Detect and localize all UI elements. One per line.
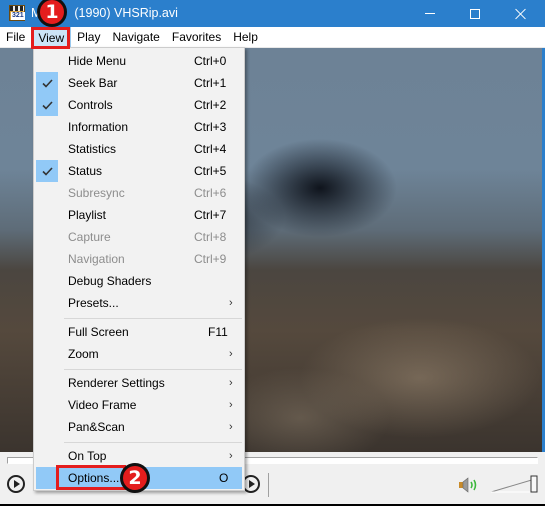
minimize-button[interactable]: [407, 0, 453, 27]
submenu-arrow-icon: ›: [229, 450, 233, 462]
maximize-icon: [470, 8, 480, 19]
menu-item-shortcut: Ctrl+2: [194, 98, 227, 112]
close-icon: [515, 8, 527, 20]
menu-item-shortcut: Ctrl+8: [194, 230, 227, 244]
menu-item-label: Subresync: [68, 186, 125, 200]
menu-item-pan-scan[interactable]: Pan&Scan ›: [36, 416, 242, 438]
menu-item-shortcut: F11: [208, 325, 228, 339]
menu-item-label: Presets...: [68, 296, 119, 310]
submenu-arrow-icon: ›: [229, 399, 233, 411]
menu-item-label: Seek Bar: [68, 76, 118, 90]
menu-item-shortcut: Ctrl+6: [194, 186, 227, 200]
menu-item-hide-menu[interactable]: Hide Menu Ctrl+0: [36, 50, 242, 72]
menu-bar: File View Play Navigate Favorites Help: [0, 27, 545, 48]
menu-item-statistics[interactable]: Statistics Ctrl+4: [36, 138, 242, 160]
minimize-icon: [425, 13, 435, 14]
menu-item-label: Playlist: [68, 208, 107, 222]
menu-help[interactable]: Help: [227, 27, 264, 48]
menu-item-zoom[interactable]: Zoom ›: [36, 343, 242, 365]
menu-item-debug-shaders[interactable]: Debug Shaders: [36, 270, 242, 292]
app-icon-text: 321: [11, 12, 25, 20]
menu-item-label: Renderer Settings: [68, 376, 165, 390]
menu-item-full-screen[interactable]: Full Screen F11: [36, 321, 242, 343]
menu-item-shortcut: Ctrl+4: [194, 142, 227, 156]
menu-item-shortcut: Ctrl+1: [194, 76, 227, 90]
submenu-arrow-icon: ›: [229, 421, 233, 433]
menu-item-label: Controls: [68, 98, 113, 112]
menu-item-shortcut: O: [219, 471, 229, 485]
next-icon: [249, 480, 255, 488]
menu-separator: [64, 369, 242, 370]
menu-item-renderer-settings[interactable]: Renderer Settings ›: [36, 372, 242, 394]
menu-item-capture: Capture Ctrl+8: [36, 226, 242, 248]
close-button[interactable]: [498, 0, 544, 27]
volume-slider[interactable]: [491, 475, 539, 493]
menu-file[interactable]: File: [0, 27, 31, 48]
menu-item-label: Hide Menu: [68, 54, 127, 68]
view-menu-dropdown: Hide Menu Ctrl+0 Seek Bar Ctrl+1 Control…: [33, 47, 245, 491]
play-button[interactable]: [7, 475, 25, 493]
checkmark-icon: [36, 160, 58, 182]
speaker-icon[interactable]: [458, 477, 480, 493]
menu-item-label: Debug Shaders: [68, 274, 152, 288]
menu-item-label: Capture: [68, 230, 111, 244]
menu-favorites[interactable]: Favorites: [166, 27, 227, 48]
menu-item-label: Video Frame: [68, 398, 137, 412]
menu-item-shortcut: Ctrl+5: [194, 164, 227, 178]
menu-item-status[interactable]: Status Ctrl+5: [36, 160, 242, 182]
menu-item-navigation: Navigation Ctrl+9: [36, 248, 242, 270]
menu-item-presets[interactable]: Presets... ›: [36, 292, 242, 314]
annotation-step-2: 2: [120, 463, 150, 493]
menu-item-information[interactable]: Information Ctrl+3: [36, 116, 242, 138]
menu-play[interactable]: Play: [71, 27, 106, 48]
annotation-highlight-view: [31, 27, 70, 49]
menu-item-label: Navigation: [68, 252, 125, 266]
menu-item-shortcut: Ctrl+0: [194, 54, 227, 68]
menu-item-shortcut: Ctrl+7: [194, 208, 227, 222]
menu-item-label: Statistics: [68, 142, 117, 156]
menu-item-label: Status: [68, 164, 103, 178]
controls-separator: [268, 473, 269, 497]
checkmark-icon: [36, 72, 58, 94]
menu-item-video-frame[interactable]: Video Frame ›: [36, 394, 242, 416]
mpc-app-icon[interactable]: 321: [9, 5, 25, 21]
play-icon: [14, 480, 20, 488]
menu-item-shortcut: Ctrl+9: [194, 252, 227, 266]
menu-item-label: Zoom: [68, 347, 99, 361]
submenu-arrow-icon: ›: [229, 297, 233, 309]
annotation-highlight-options: [56, 465, 126, 490]
title-bar: 321 M (1990) VHSRip.avi: [0, 0, 545, 27]
menu-navigate[interactable]: Navigate: [106, 27, 165, 48]
volume-thumb: [530, 475, 538, 493]
maximize-button[interactable]: [452, 0, 498, 27]
menu-item-playlist[interactable]: Playlist Ctrl+7: [36, 204, 242, 226]
menu-item-controls[interactable]: Controls Ctrl+2: [36, 94, 242, 116]
submenu-arrow-icon: ›: [229, 348, 233, 360]
menu-item-seek-bar[interactable]: Seek Bar Ctrl+1: [36, 72, 242, 94]
menu-item-label: Pan&Scan: [68, 420, 125, 434]
window-title-filename: (1990) VHSRip.avi: [74, 6, 178, 20]
menu-item-subresync: Subresync Ctrl+6: [36, 182, 242, 204]
menu-separator: [64, 318, 242, 319]
menu-item-shortcut: Ctrl+3: [194, 120, 227, 134]
menu-item-label: Information: [68, 120, 129, 134]
menu-item-label: On Top: [68, 449, 107, 463]
menu-separator: [64, 442, 242, 443]
submenu-arrow-icon: ›: [229, 377, 233, 389]
checkmark-icon: [36, 94, 58, 116]
menu-item-label: Full Screen: [68, 325, 129, 339]
